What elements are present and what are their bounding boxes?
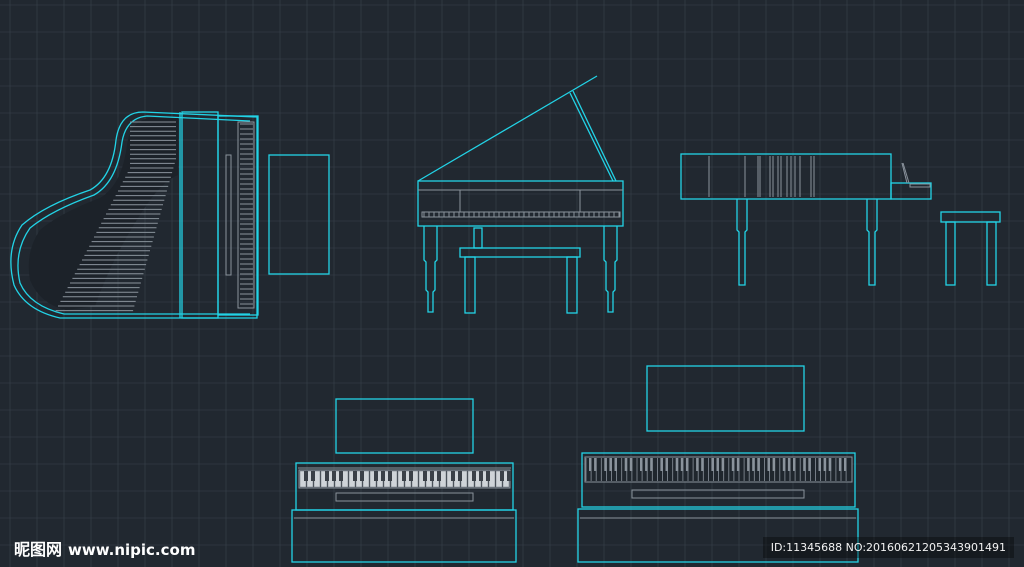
grand-piano-top-view	[10, 111, 330, 319]
cad-drawing-canvas	[0, 0, 1024, 567]
bench-rect	[335, 398, 474, 454]
grand-piano-side-view	[417, 75, 624, 314]
watermark-id: ID:11345688 NO:20160621205343901491	[762, 537, 1014, 558]
upright-piano-front-view	[291, 398, 517, 563]
watermark-logo-text: 昵图网	[14, 540, 63, 559]
grand-piano-side-view-closed	[680, 153, 1001, 286]
watermark-logo: 昵图网 www.nipic.com	[14, 536, 195, 560]
background-grid	[0, 0, 1024, 567]
bench-rect-right	[646, 365, 805, 432]
grand-piano-front-view	[577, 365, 859, 563]
bench-top-view	[268, 154, 330, 275]
watermark-site: www.nipic.com	[68, 541, 196, 559]
